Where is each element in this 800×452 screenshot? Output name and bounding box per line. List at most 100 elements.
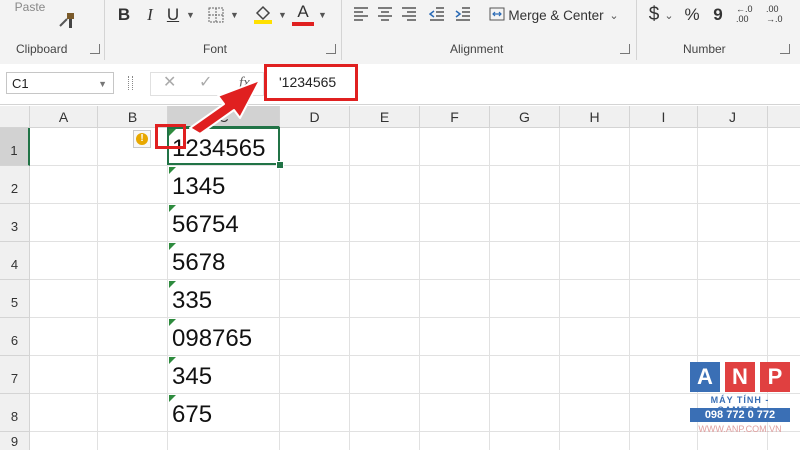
name-box[interactable]: C1 ▼ bbox=[6, 72, 114, 94]
column-header-e[interactable]: E bbox=[350, 106, 420, 128]
bold-button[interactable]: B bbox=[114, 4, 134, 26]
row-header-1[interactable]: 1 bbox=[0, 128, 30, 166]
gridline bbox=[30, 431, 800, 432]
column-header-f[interactable]: F bbox=[420, 106, 490, 128]
column-header-h[interactable]: H bbox=[560, 106, 630, 128]
logo-letter-p: P bbox=[760, 362, 790, 392]
font-color-dropdown-icon[interactable]: ▼ bbox=[318, 10, 327, 20]
annotation-arrow-icon bbox=[189, 79, 261, 135]
column-header-j[interactable]: J bbox=[698, 106, 768, 128]
error-indicator-icon bbox=[169, 319, 176, 326]
paste-button[interactable]: Paste bbox=[8, 0, 52, 14]
row-header-4[interactable]: 4 bbox=[0, 242, 30, 280]
error-indicator-icon bbox=[169, 243, 176, 250]
row-header-7[interactable]: 7 bbox=[0, 356, 30, 394]
alignment-launcher-icon[interactable] bbox=[620, 44, 630, 54]
gridline bbox=[489, 128, 490, 450]
font-color-bar bbox=[292, 22, 314, 26]
formula-bar-grip-icon[interactable] bbox=[128, 76, 133, 90]
logo-website: WWW.ANP.COM.VN bbox=[698, 424, 782, 434]
logo-letter-n: N bbox=[725, 362, 755, 392]
underline-button[interactable]: U bbox=[164, 4, 182, 26]
column-header-a[interactable]: A bbox=[30, 106, 98, 128]
name-box-dropdown-icon[interactable]: ▼ bbox=[98, 73, 107, 95]
gridline bbox=[30, 355, 800, 356]
column-header-d[interactable]: D bbox=[280, 106, 350, 128]
fill-handle[interactable] bbox=[276, 161, 284, 169]
comma-button[interactable]: 9 bbox=[710, 4, 726, 26]
ribbon: Paste Clipboard B I U ▼ ▼ ▼ A ▼ Font Mer… bbox=[0, 0, 800, 65]
gridline bbox=[629, 128, 630, 450]
row-header-9[interactable]: 9 bbox=[0, 432, 30, 450]
cell-c2[interactable]: 1345 bbox=[168, 166, 225, 204]
currency-button[interactable]: $ bbox=[646, 4, 662, 26]
formula-input[interactable]: '1234565 bbox=[264, 64, 358, 101]
gridline bbox=[559, 128, 560, 450]
decrease-indent-icon[interactable] bbox=[428, 5, 446, 23]
gridline bbox=[30, 241, 800, 242]
increase-decimal-button[interactable]: ←.0 .00 bbox=[736, 4, 760, 24]
fill-color-icon[interactable] bbox=[252, 3, 274, 25]
select-all-corner[interactable] bbox=[0, 106, 30, 128]
number-group-label: Number bbox=[683, 42, 726, 56]
font-group-label: Font bbox=[203, 42, 228, 56]
column-header-k[interactable] bbox=[768, 106, 800, 128]
gridline bbox=[419, 128, 420, 450]
merge-center-icon[interactable] bbox=[488, 5, 506, 23]
decrease-decimal-top: .00 bbox=[766, 4, 779, 14]
logo-letter-a: A bbox=[690, 362, 720, 392]
gridline bbox=[279, 128, 280, 450]
merge-center-dropdown-icon[interactable]: ⌄ bbox=[608, 6, 620, 24]
cancel-icon[interactable]: ✕ bbox=[163, 73, 176, 93]
error-indicator-icon bbox=[169, 395, 176, 402]
borders-icon[interactable] bbox=[207, 6, 225, 24]
align-left-icon[interactable] bbox=[352, 5, 370, 23]
gridline bbox=[349, 128, 350, 450]
underline-dropdown-icon[interactable]: ▼ bbox=[186, 10, 195, 20]
gridline bbox=[30, 165, 800, 166]
cell-c6[interactable]: 098765 bbox=[168, 318, 252, 356]
column-header-i[interactable]: I bbox=[630, 106, 698, 128]
gridline bbox=[97, 128, 98, 450]
divider bbox=[341, 0, 342, 60]
italic-button[interactable]: I bbox=[140, 4, 160, 26]
formula-bar: C1 ▼ ✕ ✓ fx bbox=[0, 64, 800, 105]
gridline bbox=[30, 393, 800, 394]
error-warning-icon[interactable]: ! bbox=[133, 130, 151, 148]
increase-decimal-bottom: .00 bbox=[736, 14, 749, 24]
number-launcher-icon[interactable] bbox=[780, 44, 790, 54]
error-indicator-icon bbox=[169, 205, 176, 212]
clipboard-group-label: Clipboard bbox=[16, 42, 68, 56]
row-header-5[interactable]: 5 bbox=[0, 280, 30, 318]
merge-center-button[interactable]: Merge & Center bbox=[508, 4, 604, 26]
align-right-icon[interactable] bbox=[400, 5, 418, 23]
column-header-g[interactable]: G bbox=[490, 106, 560, 128]
row-header-2[interactable]: 2 bbox=[0, 166, 30, 204]
gridline bbox=[30, 203, 800, 204]
alignment-group-label: Alignment bbox=[450, 42, 504, 56]
row-header-8[interactable]: 8 bbox=[0, 394, 30, 432]
row-header-6[interactable]: 6 bbox=[0, 318, 30, 356]
decrease-decimal-button[interactable]: .00 →.0 bbox=[766, 4, 792, 24]
font-launcher-icon[interactable] bbox=[326, 44, 336, 54]
decrease-decimal-bottom: →.0 bbox=[766, 14, 783, 24]
cell-c4[interactable]: 5678 bbox=[168, 242, 225, 280]
font-color-button[interactable]: A bbox=[293, 2, 313, 22]
divider bbox=[636, 0, 637, 60]
fill-color-dropdown-icon[interactable]: ▼ bbox=[278, 10, 287, 20]
clipboard-launcher-icon[interactable] bbox=[90, 44, 100, 54]
logo-phone: 098 772 0 772 bbox=[690, 408, 790, 422]
gridline bbox=[30, 279, 800, 280]
currency-dropdown-icon[interactable]: ⌄ bbox=[664, 6, 674, 24]
gridline bbox=[30, 317, 800, 318]
anp-logo: A N P MÁY TÍNH - CAMERA 098 772 0 772 WW… bbox=[690, 362, 790, 442]
increase-indent-icon[interactable] bbox=[454, 5, 472, 23]
align-center-icon[interactable] bbox=[376, 5, 394, 23]
percent-button[interactable]: % bbox=[684, 4, 700, 26]
borders-dropdown-icon[interactable]: ▼ bbox=[230, 10, 239, 20]
row-header-3[interactable]: 3 bbox=[0, 204, 30, 242]
divider bbox=[104, 0, 105, 60]
warning-glyph: ! bbox=[136, 133, 148, 145]
format-painter-icon[interactable] bbox=[56, 10, 78, 32]
cell-c3[interactable]: 56754 bbox=[168, 204, 239, 242]
